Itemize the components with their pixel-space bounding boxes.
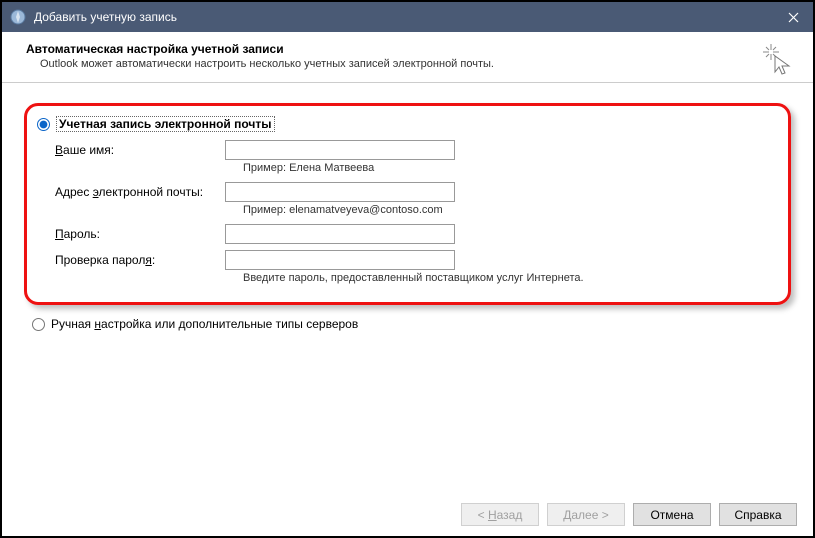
next-button: Далее >: [547, 503, 625, 526]
email-hint: Пример: elenamatveyeva@contoso.com: [243, 204, 778, 216]
cursor-star-icon: [761, 42, 795, 79]
password-hint: Введите пароль, предоставленный поставщи…: [243, 272, 778, 284]
dialog-window: Добавить учетную запись Автоматическая н…: [0, 0, 815, 538]
name-label: Ваше имя:: [55, 143, 225, 157]
content-area: Учетная запись электронной почты Ваше им…: [2, 83, 813, 351]
radio-email-account-row: Учетная запись электронной почты: [37, 116, 778, 132]
radio-manual[interactable]: [32, 318, 45, 331]
password-confirm-input[interactable]: [225, 250, 455, 270]
titlebar: Добавить учетную запись: [2, 2, 813, 32]
email-label: Адрес электронной почты:: [55, 185, 225, 199]
cancel-button[interactable]: Отмена: [633, 503, 711, 526]
password-label: Пароль:: [55, 227, 225, 241]
button-bar: < Назад Далее > Отмена Справка: [461, 503, 797, 526]
form-grid: Ваше имя: Пример: Елена Матвеева Адрес э…: [55, 140, 778, 284]
radio-manual-row: Ручная настройка или дополнительные типы…: [32, 317, 791, 331]
close-button[interactable]: [773, 2, 813, 32]
help-button[interactable]: Справка: [719, 503, 797, 526]
radio-email-account-label[interactable]: Учетная запись электронной почты: [56, 116, 275, 132]
app-icon: [10, 9, 26, 25]
back-button: < Назад: [461, 503, 539, 526]
window-title: Добавить учетную запись: [34, 10, 773, 24]
email-input[interactable]: [225, 182, 455, 202]
radio-email-account[interactable]: [37, 118, 50, 131]
password-input[interactable]: [225, 224, 455, 244]
header-title: Автоматическая настройка учетной записи: [26, 42, 789, 56]
name-input[interactable]: [225, 140, 455, 160]
radio-manual-label[interactable]: Ручная настройка или дополнительные типы…: [51, 317, 358, 331]
header-section: Автоматическая настройка учетной записи …: [2, 32, 813, 83]
email-account-group: Учетная запись электронной почты Ваше им…: [24, 103, 791, 305]
password-confirm-label: Проверка пароля:: [55, 253, 225, 267]
name-hint: Пример: Елена Матвеева: [243, 162, 778, 174]
header-subtitle: Outlook может автоматически настроить не…: [40, 58, 789, 70]
